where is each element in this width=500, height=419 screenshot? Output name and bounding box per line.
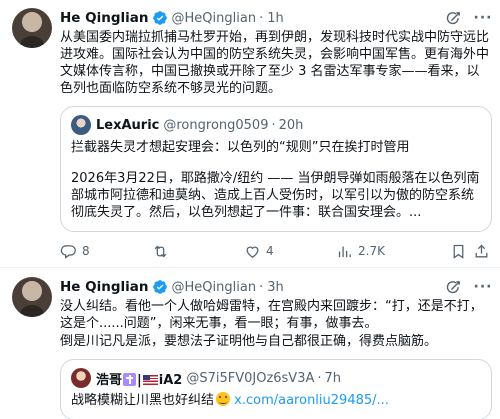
separator-dot: · [317,370,322,386]
reply-icon [60,244,76,259]
tweet-header: He Qinglian @HeQinglian · 3h ··· [60,277,492,297]
grok-icon[interactable] [444,278,462,296]
separator-dot: · [259,10,264,26]
author-name[interactable]: He Qinglian [60,279,149,295]
like-button[interactable]: 4 [244,243,336,260]
us-flag-emoji-icon [142,374,158,385]
tweet-content: He Qinglian @HeQinglian · 3h ··· 没人纠结。看他… [60,277,492,419]
separator-dot: · [259,279,264,295]
timestamp[interactable]: 1h [267,11,284,26]
quote-body: 战略模糊让川黑也好纠结 x.com/aaronliu29485/... [71,392,481,409]
tweet-content: He Qinglian @HeQinglian · 1h ··· 从美国委内瑞拉… [60,8,492,267]
quote-title: 拦截器失灵才想起安理会：以色列的“规则”只在挨打时管用 [71,140,410,155]
share-button[interactable] [473,243,490,260]
views-count: 2.7K [358,244,385,258]
heart-icon [246,246,259,258]
avatar-column [12,8,60,267]
quote-text: 战略模糊让川黑也好纠结 [71,393,215,408]
reply-button[interactable]: 8 [60,243,152,260]
quote-header: 浩哥 | iA2 @S7i5FV0JOz6sV3A · 7h [71,368,481,388]
bookmark-icon [453,244,464,259]
more-icon[interactable]: ··· [474,9,492,27]
verified-badge-icon [152,10,168,26]
grinning-face-emoji-icon [216,392,231,406]
quote-header: LexAuric @rongrong0509 · 20h [71,115,481,135]
quoted-tweet[interactable]: LexAuric @rongrong0509 · 20h 拦截器失灵才想起安理会… [60,106,492,232]
quote-author-name-suffix: iA2 [158,372,183,388]
tweet[interactable]: He Qinglian @HeQinglian · 1h ··· 从美国委内瑞拉… [0,0,500,267]
quote-timestamp: 20h [278,117,304,133]
reply-count: 8 [82,244,90,258]
timestamp[interactable]: 3h [267,280,284,295]
like-count: 4 [266,244,274,258]
name-separator: | [137,372,142,388]
author-handle[interactable]: @HeQinglian [172,11,257,26]
tweet-text: 没人纠结。看他一个人做哈姆雷特，在宫殿内来回踱步：“打，还是不打，这是个....… [60,299,483,331]
quote-author-handle: @rongrong0509 [163,117,269,133]
views-button[interactable]: 2.7K [336,243,428,260]
quote-author-name: 浩哥 | iA2 [96,369,182,388]
views-icon [338,246,351,257]
bookmark-button[interactable] [450,243,467,260]
retweet-icon [154,245,167,257]
retweet-button[interactable] [152,243,244,260]
author-name[interactable]: He Qinglian [60,10,149,26]
quote-body: 2026年3月22日，耶路撒冷/纽约 —— 当伊朗导弹如雨般落在以色列南部城市阿… [71,171,480,220]
quoted-tweet[interactable]: 浩哥 | iA2 @S7i5FV0JOz6sV3A · 7h 战略模糊让川黑也好纠结… [60,359,492,419]
header-actions: ··· [444,278,492,296]
avatar-column [12,277,60,419]
avatar[interactable] [12,8,52,48]
quote-timestamp: 7h [324,370,342,386]
more-icon[interactable]: ··· [474,278,492,296]
grok-icon[interactable] [444,9,462,27]
quote-author-name-prefix: 浩哥 [96,372,123,388]
separator-dot: · [271,117,276,133]
quote-avatar [71,115,91,135]
tweet-text-line2: 倒是川记凡是派，要想法子证明他与自己都很正确，得费点脑筋。 [60,334,438,349]
author-handle[interactable]: @HeQinglian [172,280,257,295]
verified-badge-icon [152,279,168,295]
cross-emoji-icon [123,372,137,386]
quote-author-name: LexAuric [96,117,160,133]
avatar[interactable] [12,277,52,317]
tweet[interactable]: He Qinglian @HeQinglian · 3h ··· 没人纠结。看他… [0,267,500,419]
header-actions: ··· [444,9,492,27]
tweet-text: 从美国委内瑞拉抓捕马杜罗开始，再到伊朗，发现科技时代实战中防守远比进攻难。国际社… [60,30,490,96]
share-icon [475,244,488,257]
tweet-header: He Qinglian @HeQinglian · 1h ··· [60,8,492,28]
quote-author-handle: @S7i5FV0JOz6sV3A [186,370,315,386]
timeline-feed: He Qinglian @HeQinglian · 1h ··· 从美国委内瑞拉… [0,0,500,419]
quote-avatar [71,368,91,388]
action-bar: 8 4 2.7K [60,234,492,268]
quote-link[interactable]: x.com/aaronliu29485/... [234,393,389,408]
